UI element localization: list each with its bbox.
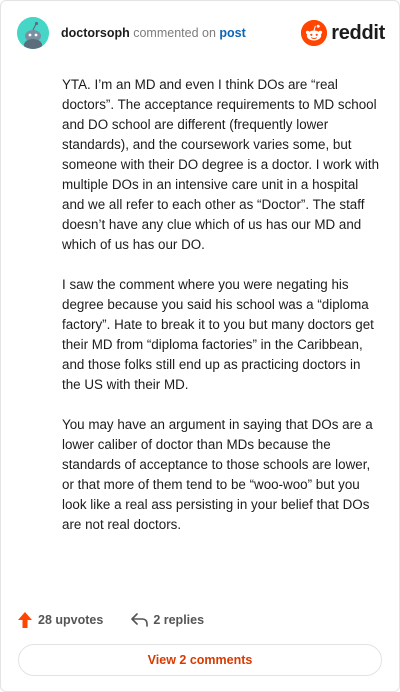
byline-verb: commented on	[133, 26, 216, 40]
reddit-logo[interactable]: reddit	[301, 19, 385, 47]
comment-byline: doctorsoph commented on post	[61, 25, 246, 41]
comment-paragraph: YTA. I’m an MD and even I think DOs are …	[62, 77, 380, 252]
username-link[interactable]: doctorsoph	[61, 26, 130, 40]
upvote-arrow-icon	[17, 611, 33, 629]
upvote-count: 28 upvotes	[38, 613, 104, 627]
upvote-button[interactable]: 28 upvotes	[17, 611, 103, 629]
replies-count: 2 replies	[153, 613, 205, 627]
comment-header: doctorsoph commented on post reddit	[17, 15, 385, 51]
reddit-logo-icon	[301, 20, 328, 46]
reply-arrow-icon	[131, 613, 149, 627]
replies-button[interactable]: 2 replies	[131, 613, 204, 627]
snoo-avatar-icon[interactable]	[17, 17, 49, 49]
comment-paragraph: I saw the comment where you were negatin…	[62, 277, 374, 392]
embedded-comment-card: doctorsoph commented on post reddit YTA.…	[0, 0, 400, 692]
comment-body: YTA. I’m an MD and even I think DOs are …	[62, 75, 380, 555]
comment-paragraph: You may have an argument in saying that …	[62, 417, 373, 532]
view-comments-button[interactable]: View 2 comments	[18, 644, 382, 676]
comment-footer: 28 upvotes 2 replies	[17, 609, 204, 631]
reddit-wordmark: reddit	[331, 21, 385, 44]
post-link[interactable]: post	[219, 26, 245, 40]
